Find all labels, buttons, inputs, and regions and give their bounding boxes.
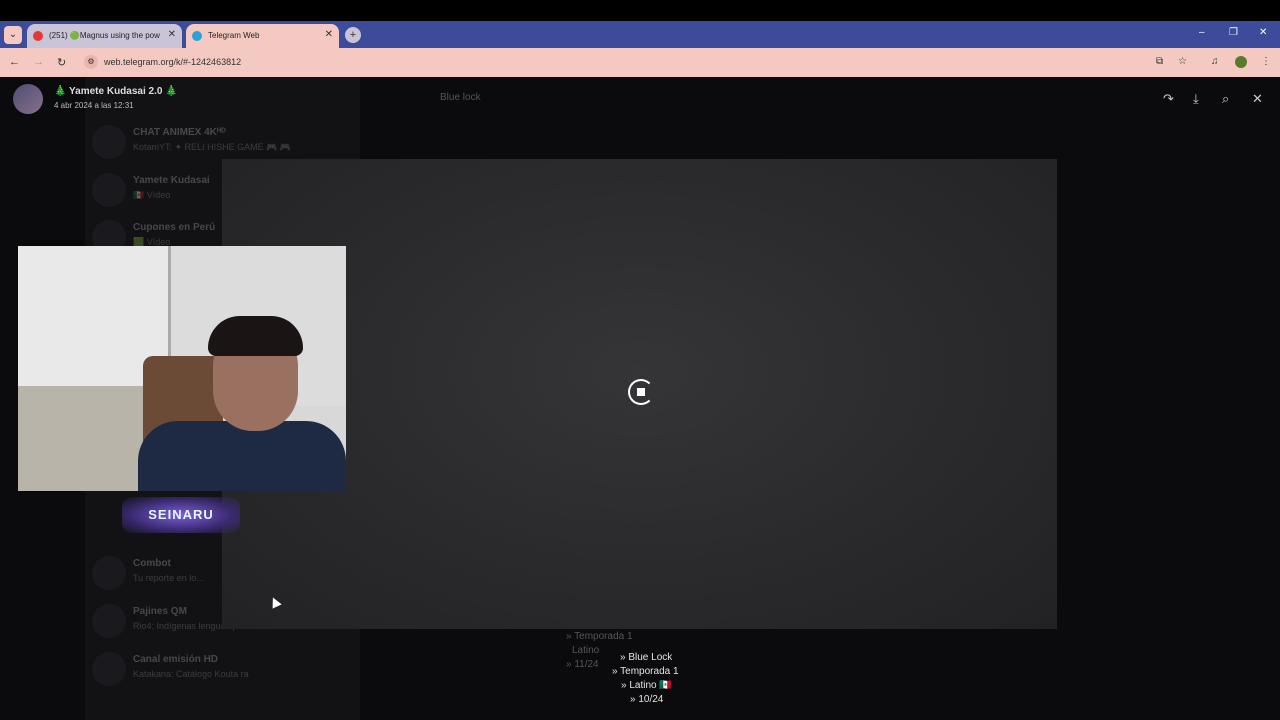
chat-name: Combot: [133, 558, 171, 569]
youtube-icon: [33, 31, 43, 41]
telegram-page: CHAT ANIMEX 4Kᴴᴰ KotamYT: ✦ RELI HISHE G…: [0, 77, 1280, 720]
close-viewer-icon[interactable]: ✕: [1252, 91, 1263, 107]
caption-line: » Blue Lock: [620, 652, 673, 663]
avatar: [92, 604, 126, 638]
tab-close-icon[interactable]: ✕: [325, 29, 333, 40]
chat-preview: KotamYT: ✦ RELI HISHE GAME 🎮 🎮: [133, 142, 291, 152]
avatar[interactable]: [13, 84, 43, 114]
sender-name[interactable]: 🎄 Yamete Kudasai 2.0 🎄: [54, 86, 178, 97]
download-icon[interactable]: ⤓: [1193, 91, 1199, 107]
caption-line: Latino: [572, 645, 600, 656]
chat-name: Cupones en Perú: [133, 222, 216, 233]
extension-icon[interactable]: [1235, 56, 1247, 68]
caption-line: » Temporada 1: [612, 666, 679, 677]
restore-button[interactable]: ❐: [1229, 27, 1238, 38]
stop-icon[interactable]: [637, 388, 645, 396]
sender-date: 4 abr 2024 a las 12:31: [54, 101, 134, 110]
back-icon[interactable]: ←: [9, 56, 20, 68]
caption-line: » Temporada 1: [566, 631, 633, 642]
caption-line: » Latino 🇲🇽: [621, 680, 672, 691]
tab-close-icon[interactable]: ✕: [168, 29, 176, 40]
chat-preview: Tu reporte en lo...: [133, 573, 204, 583]
bookmark-star-icon[interactable]: ☆: [1178, 56, 1187, 67]
media-preview[interactable]: [222, 159, 1057, 629]
chat-name: Canal emisión HD: [133, 654, 219, 665]
telegram-icon: [192, 31, 202, 41]
new-tab-button[interactable]: +: [345, 27, 361, 43]
forward-icon[interactable]: ↷: [1163, 91, 1174, 107]
streamer-logo: SEINARU: [122, 497, 240, 533]
url-field[interactable]: web.telegram.org/k/#-1242463812: [104, 57, 241, 67]
chat-preview: Katakana: Catálogo Kouta ra: [133, 669, 249, 679]
caption-line: » 11/24: [566, 659, 599, 670]
chat-preview: 🇲🇽 Vídeo: [133, 190, 171, 200]
media-controls-icon[interactable]: ♫: [1211, 56, 1219, 67]
tab-title: (251) 🟢Magnus using the pow: [49, 31, 160, 40]
avatar: [92, 556, 126, 590]
site-info-icon[interactable]: ⚙: [84, 55, 98, 69]
avatar: [92, 125, 126, 159]
background-search-text: Blue lock: [440, 92, 481, 103]
browser-tab-strip: ⌄ (251) 🟢Magnus using the pow ✕ Telegram…: [0, 21, 1280, 48]
list-item[interactable]: Canal emisión HD Katakana: Catálogo Kout…: [90, 649, 350, 689]
avatar: [92, 652, 126, 686]
list-item[interactable]: CHAT ANIMEX 4Kᴴᴰ KotamYT: ✦ RELI HISHE G…: [90, 122, 350, 162]
avatar: [92, 173, 126, 207]
install-app-icon[interactable]: ⧉: [1156, 56, 1163, 67]
chat-name: Yamete Kudasai: [133, 175, 210, 186]
screen-top-bar: [0, 0, 1280, 21]
reload-icon[interactable]: ↻: [57, 56, 66, 69]
chevron-down-icon[interactable]: ⌄: [4, 26, 22, 44]
chat-name: CHAT ANIMEX 4Kᴴᴰ: [133, 127, 226, 138]
window-close-button[interactable]: ✕: [1259, 27, 1267, 38]
address-bar: ← → ↻ ⚙ web.telegram.org/k/#-1242463812 …: [0, 48, 1280, 77]
caption-line: » 10/24: [630, 694, 664, 705]
tab-title: Telegram Web: [208, 31, 260, 40]
chat-name: Pajines QM: [133, 606, 187, 617]
webcam-overlay: [18, 246, 346, 491]
more-menu-icon[interactable]: ⋮: [1261, 56, 1271, 67]
forward-icon[interactable]: →: [33, 56, 44, 68]
zoom-icon[interactable]: ⌕: [1222, 91, 1229, 107]
tab-youtube[interactable]: (251) 🟢Magnus using the pow ✕: [27, 24, 182, 48]
minimize-button[interactable]: –: [1199, 27, 1205, 38]
tab-telegram[interactable]: Telegram Web ✕: [186, 24, 339, 48]
